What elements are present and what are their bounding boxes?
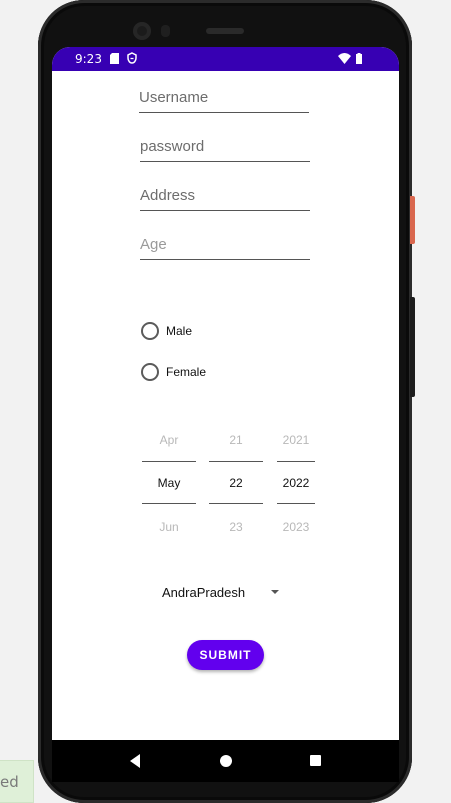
back-icon[interactable] (130, 754, 140, 768)
toast-text: ed (0, 773, 19, 791)
state-spinner[interactable]: AndraPradesh (162, 580, 282, 604)
year-next[interactable]: 2023 (277, 520, 315, 534)
username-input[interactable] (139, 87, 309, 113)
month-divider-top (142, 461, 196, 462)
day-selected[interactable]: 22 (209, 476, 263, 490)
month-selected[interactable]: May (142, 476, 196, 490)
radio-female[interactable]: Female (141, 362, 206, 382)
power-button[interactable] (410, 196, 415, 244)
home-icon[interactable] (220, 755, 232, 767)
year-prev[interactable]: 2021 (277, 433, 315, 447)
sensor (161, 25, 170, 37)
password-input[interactable] (140, 136, 310, 162)
radio-female-circle[interactable] (141, 363, 159, 381)
radio-female-label: Female (166, 365, 207, 379)
month-divider-bottom (142, 503, 196, 504)
front-camera (133, 22, 151, 40)
radio-male-label: Male (166, 324, 193, 338)
day-next[interactable]: 23 (209, 520, 263, 534)
sim-card-icon (110, 53, 119, 64)
dropdown-caret-icon (271, 590, 279, 594)
month-next[interactable]: Jun (142, 520, 196, 534)
month-prev[interactable]: Apr (142, 433, 196, 447)
year-selected[interactable]: 2022 (277, 476, 315, 490)
year-picker[interactable]: 2021 2022 2023 (277, 424, 315, 534)
app-screen: 9:23 Male Female Apr May Jun 21 (52, 47, 399, 782)
age-input[interactable] (140, 234, 310, 260)
day-divider-bottom (209, 503, 263, 504)
battery-icon (356, 53, 362, 64)
year-divider-top (277, 461, 315, 462)
navigation-bar (52, 740, 399, 782)
state-spinner-value: AndraPradesh (162, 584, 246, 600)
address-input[interactable] (140, 185, 310, 211)
earpiece-speaker (206, 28, 244, 34)
shield-icon (127, 52, 137, 64)
recent-apps-icon[interactable] (310, 755, 321, 766)
submit-button[interactable]: SUBMIT (187, 640, 264, 670)
month-picker[interactable]: Apr May Jun (142, 424, 196, 534)
radio-male[interactable]: Male (141, 321, 192, 341)
status-bar: 9:23 (52, 47, 399, 71)
day-picker[interactable]: 21 22 23 (209, 424, 263, 534)
year-divider-bottom (277, 503, 315, 504)
radio-male-circle[interactable] (141, 322, 159, 340)
day-divider-top (209, 461, 263, 462)
volume-button[interactable] (410, 297, 415, 397)
wifi-icon (338, 53, 351, 64)
status-time: 9:23 (75, 52, 102, 66)
day-prev[interactable]: 21 (209, 433, 263, 447)
desktop-toast: ed (0, 760, 34, 803)
